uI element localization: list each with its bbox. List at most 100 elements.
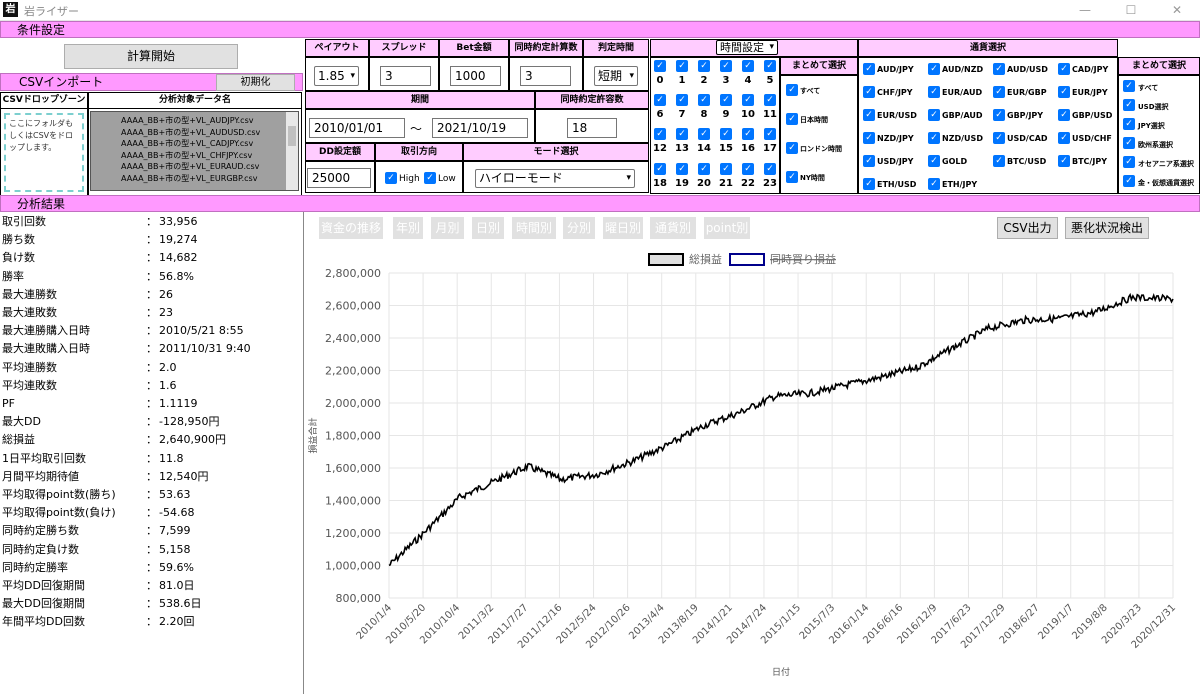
- tab-6[interactable]: 曜日別: [603, 217, 643, 239]
- hour-checkbox-5[interactable]: ✓: [764, 60, 776, 72]
- currency-checkbox[interactable]: ✓: [1058, 109, 1070, 121]
- judge-select[interactable]: 短期 ▾: [594, 66, 638, 86]
- currency-checkbox[interactable]: ✓: [863, 178, 875, 190]
- currency-checkbox[interactable]: ✓: [928, 86, 940, 98]
- time-setting-select[interactable]: 時間設定 ▾: [716, 40, 778, 55]
- hour-checkbox-3[interactable]: ✓: [720, 60, 732, 72]
- currency-group-checkbox[interactable]: ✓: [1123, 137, 1135, 149]
- currency-checkbox[interactable]: ✓: [928, 109, 940, 121]
- currency-checkbox[interactable]: ✓: [863, 155, 875, 167]
- sim-allow-input[interactable]: 18: [567, 118, 617, 138]
- tab-1[interactable]: 年別: [393, 217, 423, 239]
- currency-checkbox[interactable]: ✓: [1058, 86, 1070, 98]
- currency-group-checkbox[interactable]: ✓: [1123, 156, 1135, 168]
- bet-header: Bet金額: [439, 39, 509, 57]
- csv-file-item[interactable]: AAAA_BB+市の型+VL_EURAUD.csv: [91, 161, 298, 173]
- calc-start-button[interactable]: 計算開始: [64, 44, 238, 69]
- hour-checkbox-22[interactable]: ✓: [742, 163, 754, 175]
- time-group-checkbox[interactable]: ✓: [786, 142, 798, 154]
- currency-group-checkbox[interactable]: ✓: [1123, 99, 1135, 111]
- bet-input[interactable]: 1000: [450, 66, 501, 86]
- hour-checkbox-6[interactable]: ✓: [654, 94, 666, 106]
- payout-value: 1.85: [318, 69, 345, 83]
- mode-select[interactable]: ハイローモード ▾: [475, 169, 635, 188]
- currency-checkbox[interactable]: ✓: [928, 155, 940, 167]
- hour-checkbox-14[interactable]: ✓: [698, 128, 710, 140]
- hour-checkbox-8[interactable]: ✓: [698, 94, 710, 106]
- csv-list-scrollbar[interactable]: [286, 112, 298, 190]
- csv-file-item[interactable]: AAAA_BB+市の型+VL_CADJPY.csv: [91, 138, 298, 150]
- hour-checkbox-15[interactable]: ✓: [720, 128, 732, 140]
- hour-checkbox-11[interactable]: ✓: [764, 94, 776, 106]
- hour-checkbox-13[interactable]: ✓: [676, 128, 688, 140]
- tab-0[interactable]: 資金の推移: [319, 217, 383, 239]
- csv-file-item[interactable]: AAAA_BB+市の型+VL_AUDJPY.csv: [91, 115, 298, 127]
- hour-checkbox-0[interactable]: ✓: [654, 60, 666, 72]
- tab-3[interactable]: 日別: [472, 217, 504, 239]
- currency-group-checkbox[interactable]: ✓: [1123, 175, 1135, 187]
- currency-checkbox[interactable]: ✓: [928, 178, 940, 190]
- csv-file-item[interactable]: AAAA_BB+市の型+VL_CHFJPY.csv: [91, 150, 298, 162]
- time-group-checkbox[interactable]: ✓: [786, 113, 798, 125]
- dd-input[interactable]: 25000: [307, 168, 371, 188]
- currency-checkbox[interactable]: ✓: [993, 63, 1005, 75]
- hour-checkbox-18[interactable]: ✓: [654, 163, 666, 175]
- date-to-input[interactable]: 2021/10/19: [432, 118, 528, 138]
- hour-checkbox-17[interactable]: ✓: [764, 128, 776, 140]
- currency-checkbox[interactable]: ✓: [863, 109, 875, 121]
- hour-checkbox-12[interactable]: ✓: [654, 128, 666, 140]
- spread-input[interactable]: 3: [380, 66, 431, 86]
- currency-group-checkbox[interactable]: ✓: [1123, 118, 1135, 130]
- time-group-checkbox[interactable]: ✓: [786, 84, 798, 96]
- currency-group-checkbox[interactable]: ✓: [1123, 80, 1135, 92]
- hour-checkbox-19[interactable]: ✓: [676, 163, 688, 175]
- hour-checkbox-23[interactable]: ✓: [764, 163, 776, 175]
- hour-checkbox-10[interactable]: ✓: [742, 94, 754, 106]
- hour-checkbox-7[interactable]: ✓: [676, 94, 688, 106]
- csv-file-item[interactable]: AAAA_BB+市の型+VL_AUDUSD.csv: [91, 127, 298, 139]
- currency-checkbox[interactable]: ✓: [993, 132, 1005, 144]
- currency-checkbox[interactable]: ✓: [1058, 132, 1070, 144]
- csv-file-list[interactable]: AAAA_BB+市の型+VL_AUDJPY.csv AAAA_BB+市の型+VL_…: [90, 111, 299, 191]
- currency-checkbox[interactable]: ✓: [993, 109, 1005, 121]
- tab-2[interactable]: 月別: [431, 217, 464, 239]
- currency-checkbox[interactable]: ✓: [863, 86, 875, 98]
- currency-checkbox[interactable]: ✓: [1058, 63, 1070, 75]
- tab-7[interactable]: 通貨別: [650, 217, 696, 239]
- date-from-input[interactable]: 2010/01/01: [309, 118, 405, 138]
- csv-export-button[interactable]: CSV出力: [997, 217, 1058, 239]
- payout-select[interactable]: 1.85 ▾: [314, 66, 359, 86]
- currency-checkbox[interactable]: ✓: [928, 132, 940, 144]
- hour-checkbox-2[interactable]: ✓: [698, 60, 710, 72]
- hour-checkbox-9[interactable]: ✓: [720, 94, 732, 106]
- close-button[interactable]: ✕: [1154, 0, 1200, 21]
- hour-checkbox-20[interactable]: ✓: [698, 163, 710, 175]
- currency-checkbox[interactable]: ✓: [1058, 155, 1070, 167]
- stat-label: 総損益: [2, 433, 35, 447]
- currency-checkbox[interactable]: ✓: [863, 63, 875, 75]
- currency-checkbox[interactable]: ✓: [928, 63, 940, 75]
- currency-checkbox[interactable]: ✓: [993, 86, 1005, 98]
- stat-value: 1.6: [159, 378, 177, 392]
- reset-button[interactable]: 初期化: [216, 74, 295, 91]
- sim-count-input[interactable]: 3: [520, 66, 571, 86]
- hour-checkbox-1[interactable]: ✓: [676, 60, 688, 72]
- hour-checkbox-16[interactable]: ✓: [742, 128, 754, 140]
- currency-checkbox[interactable]: ✓: [993, 155, 1005, 167]
- tab-8[interactable]: point別: [704, 217, 750, 239]
- low-checkbox[interactable]: ✓: [424, 172, 436, 184]
- minimize-button[interactable]: —: [1062, 0, 1108, 21]
- worst-detect-button[interactable]: 悪化状況検出: [1065, 217, 1149, 239]
- scroll-thumb[interactable]: [288, 126, 296, 146]
- maximize-button[interactable]: ☐: [1108, 0, 1154, 21]
- tab-4[interactable]: 時間別: [512, 217, 556, 239]
- csv-file-item[interactable]: AAAA_BB+市の型+VL_EURGBP.csv: [91, 173, 298, 185]
- tab-5[interactable]: 分別: [563, 217, 595, 239]
- high-checkbox[interactable]: ✓: [385, 172, 397, 184]
- time-group-checkbox[interactable]: ✓: [786, 171, 798, 183]
- hour-checkbox-4[interactable]: ✓: [742, 60, 754, 72]
- stat-value: 14,682: [159, 251, 198, 265]
- hour-checkbox-21[interactable]: ✓: [720, 163, 732, 175]
- csv-drop-zone[interactable]: ここにフォルダもしくはCSVをドロップします。: [4, 113, 84, 192]
- currency-checkbox[interactable]: ✓: [863, 132, 875, 144]
